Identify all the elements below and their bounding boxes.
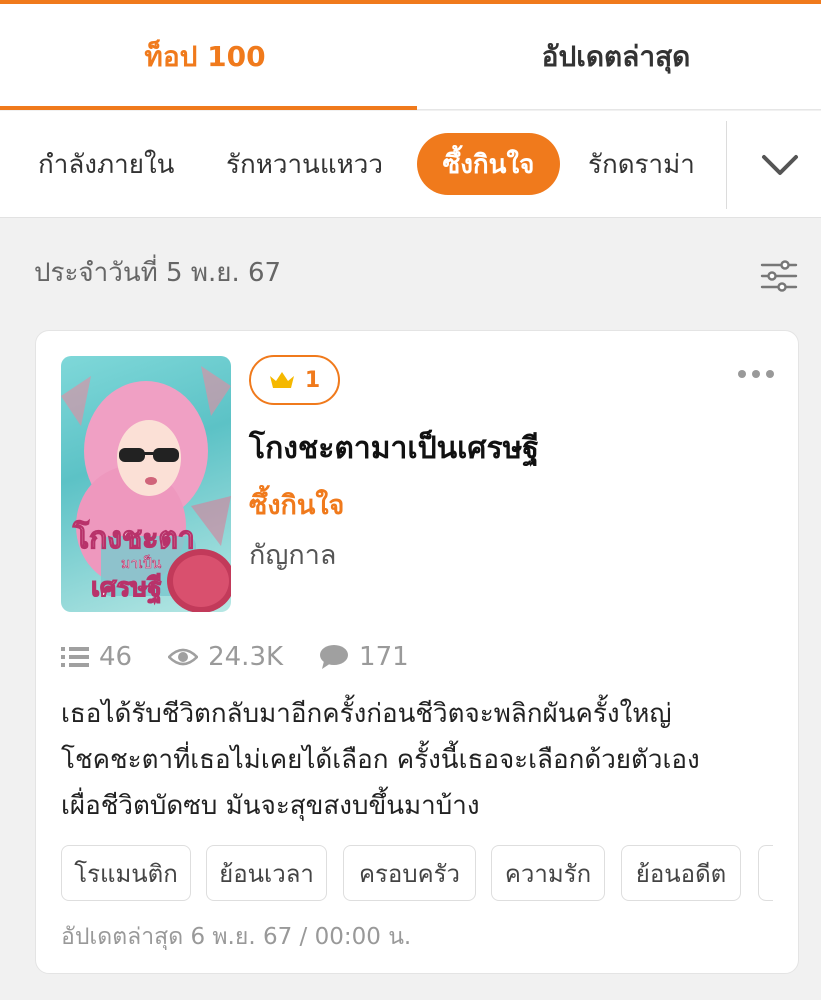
crown-icon <box>269 372 294 388</box>
comment-icon <box>320 645 349 669</box>
date-label: ประจำวันที่ 5 พ.ย. 67 <box>34 258 282 288</box>
genre-chip-sweet-romance[interactable]: รักหวานแหวว <box>226 133 383 195</box>
book-stats: 46 24.3K 171 <box>61 639 445 675</box>
cover-illustration: โกงชะตา มาเป็น เศรษฐี <box>61 366 231 612</box>
book-title[interactable]: โกงชะตามาเป็นเศรษฐี <box>249 425 539 472</box>
tag-chip[interactable]: ความรัก <box>491 845 605 901</box>
tag-chip[interactable]: โรแมนติก <box>61 845 191 901</box>
genre-chip-romance-drama[interactable]: รักดราม่า <box>588 133 695 195</box>
svg-text:เศรษฐี: เศรษฐี <box>91 573 162 605</box>
tag-chip[interactable]: ย้อนอดีต <box>621 845 741 901</box>
genre-divider <box>726 121 727 209</box>
genre-chip-martial-arts[interactable]: กำลังภายใน <box>38 133 174 195</box>
view-count: 24.3K <box>168 642 283 672</box>
tag-chip[interactable]: ย้อนเวลา <box>206 845 327 901</box>
tab-top-100[interactable]: ท็อป 100 <box>0 4 410 110</box>
genre-chip-touching[interactable]: ซึ้งกินใจ <box>417 133 560 195</box>
description-line: เผื่อชีวิตบัดซบ มันจะสุขสงบขึ้นมาบ้าง <box>61 791 480 821</box>
book-card[interactable]: โกงชะตา มาเป็น เศรษฐี 1 โกงชะตามาเป็นเศร… <box>35 330 799 974</box>
rank-number: 1 <box>304 367 321 393</box>
list-icon <box>61 647 89 667</box>
book-description: เธอได้รับชีวิตกลับมาอีกครั้งก่อนชีวิตจะพ… <box>61 691 791 829</box>
chapter-count-value: 46 <box>99 642 133 672</box>
svg-text:มาเป็น: มาเป็น <box>121 554 162 572</box>
tag-list: โรแมนติก ย้อนเวลา ครอบครัว ความรัก ย้อนอ… <box>61 845 773 903</box>
cover-title-text: โกงชะตา <box>72 519 195 556</box>
description-line: โชคชะตาที่เธอไม่เคยได้เลือก ครั้งนี้เธอจ… <box>61 745 700 775</box>
eye-icon <box>168 648 199 666</box>
comment-count-value: 171 <box>359 642 409 672</box>
tab-latest-update[interactable]: อัปเดตล่าสุด <box>411 4 821 110</box>
last-updated: อัปเดตล่าสุด 6 พ.ย. 67 / 00:00 น. <box>61 924 412 950</box>
book-genre: ซึ้งกินใจ <box>249 490 345 521</box>
book-author[interactable]: กัญกาล <box>249 533 336 576</box>
filter-icon[interactable] <box>760 260 798 292</box>
chapter-count: 46 <box>61 642 132 672</box>
main-tabs: ท็อป 100 อัปเดตล่าสุด <box>0 4 821 110</box>
comment-count: 171 <box>319 642 409 672</box>
active-tab-indicator <box>0 106 417 110</box>
tag-chip[interactable]: ค <box>758 845 773 901</box>
rank-badge: 1 <box>249 355 340 405</box>
book-cover-image[interactable]: โกงชะตา มาเป็น เศรษฐี <box>61 356 231 612</box>
tag-chip[interactable]: ครอบครัว <box>343 845 476 901</box>
view-count-value: 24.3K <box>208 642 284 672</box>
genre-filter-bar: กำลังภายใน รักหวานแหวว ซึ้งกินใจ รักดราม… <box>0 111 821 218</box>
more-icon[interactable] <box>736 367 776 381</box>
chevron-down-icon[interactable] <box>758 145 802 185</box>
description-line: เธอได้รับชีวิตกลับมาอีกครั้งก่อนชีวิตจะพ… <box>61 699 672 729</box>
